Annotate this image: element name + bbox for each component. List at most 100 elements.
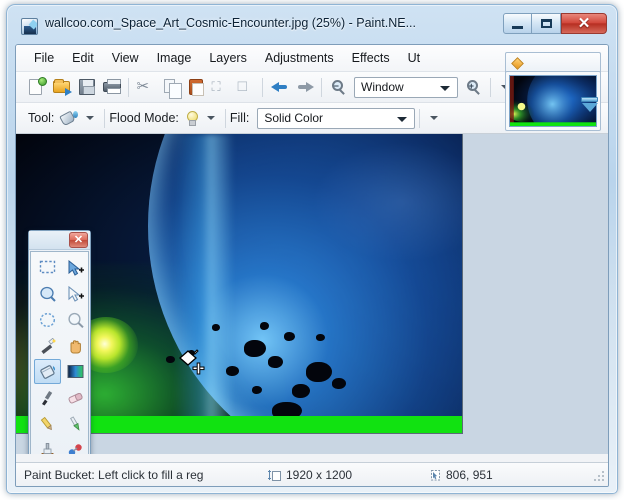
flood-mode-chevron-down-icon[interactable] [206, 116, 215, 120]
toolbar-separator [321, 77, 322, 97]
ellipse-select-icon [39, 312, 56, 327]
menu-effects[interactable]: Effects [343, 47, 399, 69]
zoom-in-button[interactable]: + [461, 75, 486, 100]
close-button[interactable]: ✕ [561, 13, 607, 34]
tool-pan[interactable] [62, 333, 89, 358]
tool-zoom[interactable] [62, 307, 89, 332]
undo-arrow-icon [270, 78, 289, 96]
tool-magic-wand[interactable] [34, 333, 61, 358]
image-size-icon [268, 470, 281, 481]
window-title: wallcoo.com_Space_Art_Cosmic-Encounter.j… [45, 16, 416, 30]
tool-label: Tool: [28, 111, 55, 125]
menu-image[interactable]: Image [148, 47, 201, 69]
menu-view[interactable]: View [103, 47, 148, 69]
tool-gradient[interactable] [62, 359, 89, 384]
recolor-icon [68, 443, 82, 454]
paste-button[interactable] [183, 75, 208, 100]
menu-file[interactable]: File [25, 47, 63, 69]
zoom-tool-icon [68, 312, 84, 328]
fill-type-value: Solid Color [264, 111, 324, 125]
eraser-icon [68, 392, 83, 404]
tool-paintbrush[interactable] [34, 385, 61, 410]
copy-button[interactable] [158, 75, 183, 100]
cursor-position-value: 806, 951 [446, 468, 493, 482]
zoom-out-icon: − [330, 78, 348, 96]
tool-eraser[interactable] [62, 385, 89, 410]
move-selection-icon [68, 285, 84, 302]
zoom-out-button[interactable]: − [326, 75, 351, 100]
tool-move-selection[interactable] [62, 281, 89, 306]
clone-stamp-icon [41, 442, 54, 454]
tool-rectangle-select[interactable] [34, 255, 61, 280]
menu-edit[interactable]: Edit [63, 47, 103, 69]
asteroid [166, 356, 175, 363]
maximize-button[interactable] [532, 13, 561, 34]
expand-down-icon[interactable] [581, 97, 598, 116]
workspace: ✕ [16, 134, 608, 454]
crop-button[interactable]: ⛶ [208, 75, 233, 100]
fill-type-combo[interactable]: Solid Color [257, 107, 416, 129]
minimize-button[interactable] [503, 13, 532, 34]
redo-button[interactable] [292, 75, 317, 100]
paint-bucket-icon[interactable] [59, 110, 79, 127]
tool-paint-bucket[interactable] [34, 359, 61, 384]
tool-pencil[interactable] [34, 411, 61, 436]
tools-palette-title-bar[interactable]: ✕ [29, 231, 90, 250]
chevron-down-icon [397, 116, 408, 122]
tool-lasso-select[interactable] [34, 281, 61, 306]
options-separator [419, 108, 421, 128]
lasso-select-icon [40, 286, 56, 302]
gradient-icon [67, 365, 84, 378]
asteroid [260, 322, 269, 330]
pencil-icon [40, 416, 52, 430]
close-icon[interactable]: ✕ [69, 232, 88, 248]
redo-arrow-icon [296, 78, 314, 96]
planet-atmosphere-arc [174, 134, 234, 433]
title-bar[interactable]: wallcoo.com_Space_Art_Cosmic-Encounter.j… [7, 5, 617, 39]
tool-chevron-down-icon[interactable] [86, 116, 95, 120]
tool-ellipse-select[interactable] [34, 307, 61, 332]
toolbar-separator [262, 77, 263, 97]
scissors-icon: ✂ [136, 78, 150, 95]
save-disk-icon [78, 78, 96, 96]
resize-grip[interactable] [594, 471, 606, 483]
asteroid [284, 332, 295, 341]
background-haze [312, 142, 462, 262]
clipboard-paste-icon [187, 78, 205, 96]
zoom-level-combo[interactable]: Window [354, 76, 458, 98]
status-bar: Paint Bucket: Left click to fill a reg 1… [16, 462, 608, 486]
menu-utilities[interactable]: Ut [399, 47, 430, 69]
crop-to-selection-icon: ⛶ [211, 79, 221, 94]
application-client-area: File Edit View Image Layers Adjustments … [15, 44, 609, 487]
menu-layers[interactable]: Layers [200, 47, 256, 69]
restore-icon [540, 19, 552, 28]
tool-clone-stamp[interactable] [34, 437, 61, 454]
options-overflow-chevron-down-icon[interactable] [430, 116, 439, 120]
new-button[interactable] [24, 75, 49, 100]
tool-recolor[interactable] [62, 437, 89, 454]
cut-button[interactable]: ✂ [133, 75, 158, 100]
copy-icon [162, 78, 182, 99]
fill-label: Fill: [229, 111, 250, 125]
window-controls: ✕ [503, 13, 607, 35]
asteroid [244, 340, 266, 357]
lightbulb-icon[interactable] [184, 110, 199, 127]
print-button[interactable] [99, 75, 124, 100]
paintnet-icon [21, 18, 38, 35]
cursor-position-icon [431, 470, 440, 481]
open-button[interactable] [49, 75, 74, 100]
paint-bucket-icon [39, 364, 55, 379]
tools-palette-window[interactable]: ✕ [28, 230, 91, 454]
minimize-icon [512, 25, 523, 29]
tool-color-picker[interactable] [62, 411, 89, 436]
paintbrush-icon [42, 390, 53, 405]
save-button[interactable] [74, 75, 99, 100]
undo-button[interactable] [267, 75, 292, 100]
image-size-value: 1920 x 1200 [286, 468, 353, 482]
deselect-button[interactable]: ☐ [233, 75, 258, 100]
chevron-down-icon [440, 85, 450, 91]
options-separator [104, 108, 106, 128]
menu-adjustments[interactable]: Adjustments [256, 47, 343, 69]
tool-move-selected[interactable] [62, 255, 89, 280]
options-separator [224, 108, 226, 128]
